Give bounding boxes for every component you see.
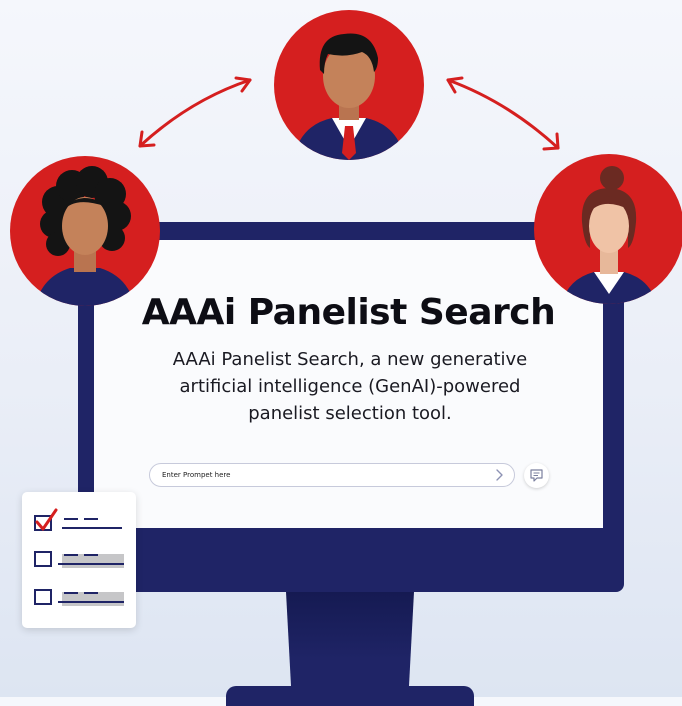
chat-icon <box>530 469 543 482</box>
avatar-woman-bun <box>534 154 682 304</box>
chevron-right-icon[interactable] <box>490 466 508 484</box>
monitor-stand-base <box>226 686 474 706</box>
page-description: AAAi Panelist Search, a new generative a… <box>172 349 528 424</box>
avatar-woman-curly <box>10 156 160 306</box>
checklist-card <box>22 492 136 628</box>
arrow-right-icon <box>446 76 560 151</box>
prompt-input[interactable] <box>162 467 482 483</box>
page-title: AAAi Panelist Search <box>141 292 556 333</box>
prompt-search-bar <box>149 463 515 487</box>
checklist-illustration <box>34 508 124 606</box>
monitor-stand-neck <box>286 592 414 688</box>
chat-button[interactable] <box>524 463 549 488</box>
arrow-left-icon <box>138 76 252 148</box>
avatar-man <box>274 10 424 160</box>
